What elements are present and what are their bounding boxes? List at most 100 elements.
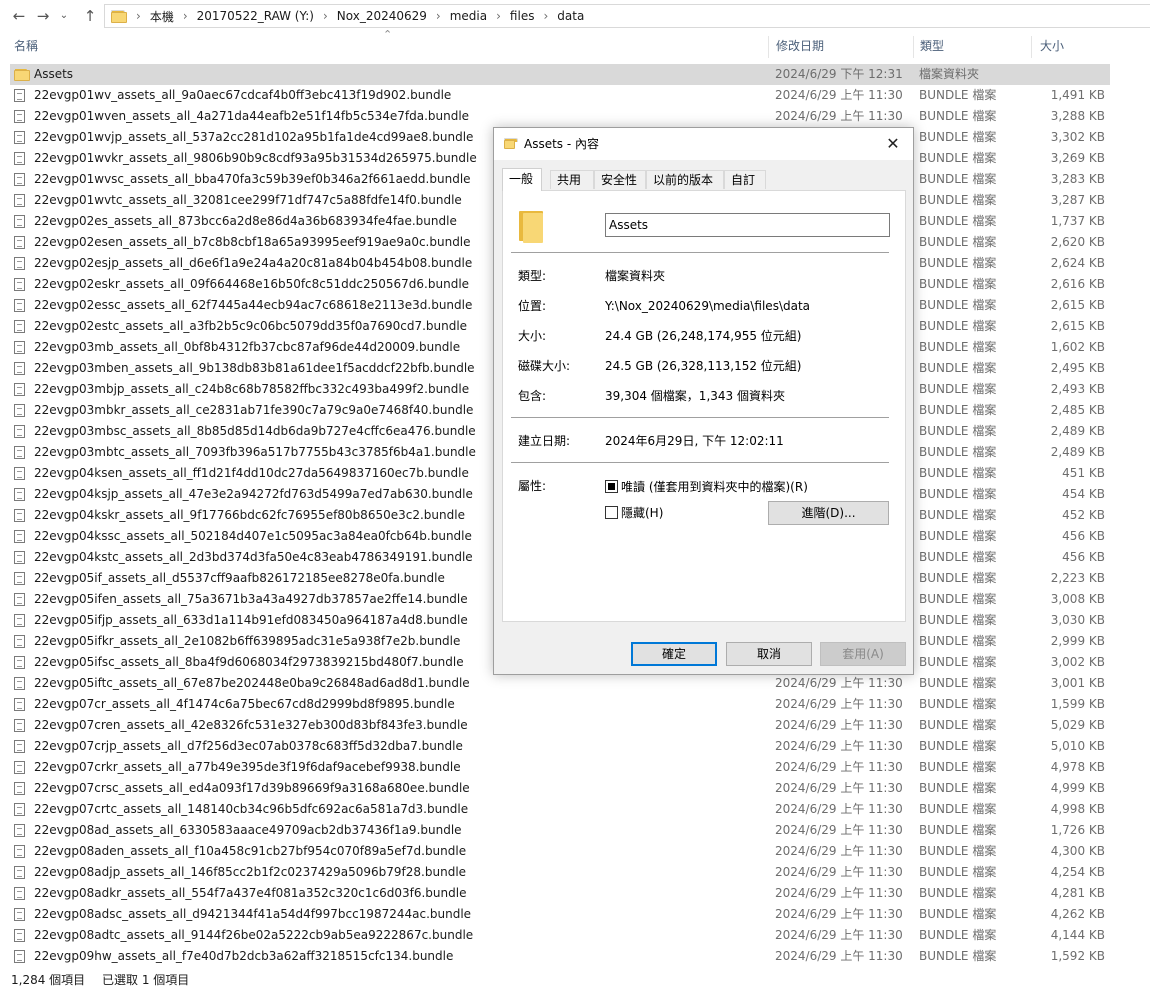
file-name: 22evgp08adsc_assets_all_d9421344f41a54d4…	[34, 907, 472, 921]
forward-arrow-icon[interactable]: →	[32, 5, 54, 27]
tab-customize[interactable]: 自訂	[724, 170, 766, 189]
file-name: 22evgp01wvtc_assets_all_32081cee299f71df…	[34, 193, 462, 207]
readonly-checkbox[interactable]	[605, 480, 618, 493]
file-name: 22evgp07cren_assets_all_42e8326fc531e327…	[34, 718, 468, 732]
column-divider[interactable]	[913, 36, 914, 58]
file-row[interactable]: 22evgp05iftc_assets_all_67e87be202448e0b…	[10, 673, 1110, 694]
tab-general[interactable]: 一般	[502, 168, 542, 191]
file-size: 1,592 KB	[1050, 949, 1105, 963]
file-date: 2024/6/29 上午 11:30	[775, 109, 903, 123]
file-size: 3,283 KB	[1050, 172, 1105, 186]
tab-sharing[interactable]: 共用	[550, 170, 594, 189]
file-row[interactable]: 22evgp01wven_assets_all_4a271da44eafb2e5…	[10, 106, 1110, 127]
breadcrumb-separator-icon[interactable]: ›	[436, 9, 441, 23]
hidden-label[interactable]: 隱藏(H)	[621, 505, 663, 521]
file-row[interactable]: 22evgp08adkr_assets_all_554f7a437e4f081a…	[10, 883, 1110, 904]
file-size: 1,599 KB	[1050, 697, 1105, 711]
file-icon	[14, 425, 25, 438]
file-type: BUNDLE 檔案	[919, 151, 997, 165]
file-row[interactable]: 22evgp07cr_assets_all_4f1474c6a75bec67cd…	[10, 694, 1110, 715]
dialog-title-bar[interactable]: Assets - 內容 ✕	[494, 128, 913, 160]
column-size[interactable]: 大小	[1040, 34, 1110, 60]
apply-button[interactable]: 套用(A)	[820, 642, 906, 666]
breadcrumb-nox[interactable]: Nox_20240629	[337, 9, 427, 23]
cancel-button[interactable]: 取消	[726, 642, 812, 666]
file-icon	[14, 635, 25, 648]
column-divider[interactable]	[768, 36, 769, 58]
address-bar[interactable]: › 本機 › 20170522_RAW (Y:) › Nox_20240629 …	[104, 4, 1150, 28]
file-date: 2024/6/29 上午 11:30	[775, 823, 903, 837]
file-type: BUNDLE 檔案	[919, 256, 997, 270]
disk-size-label: 磁碟大小:	[518, 359, 571, 373]
file-row[interactable]: 22evgp09hw_assets_all_f7e40d7b2dcb3a62af…	[10, 946, 1110, 967]
breadcrumb-this-pc[interactable]: 本機	[150, 8, 174, 25]
file-row[interactable]: 22evgp07crtc_assets_all_148140cb34c96b5d…	[10, 799, 1110, 820]
status-bar: 1,284 個項目 已選取 1 個項目	[0, 968, 1150, 992]
readonly-label[interactable]: 唯讀 (僅套用到資料夾中的檔案)(R)	[621, 479, 808, 495]
column-type[interactable]: 類型	[920, 34, 1026, 60]
advanced-button[interactable]: 進階(D)...	[768, 501, 889, 525]
file-size: 5,029 KB	[1050, 718, 1105, 732]
breadcrumb-data[interactable]: data	[557, 9, 584, 23]
file-type: BUNDLE 檔案	[919, 802, 997, 816]
file-type: BUNDLE 檔案	[919, 88, 997, 102]
file-row[interactable]: 22evgp08ad_assets_all_6330583aaace49709a…	[10, 820, 1110, 841]
file-row[interactable]: 22evgp01wv_assets_all_9a0aec67cdcaf4b0ff…	[10, 85, 1110, 106]
column-divider[interactable]	[1031, 36, 1032, 58]
file-row[interactable]: 22evgp08adsc_assets_all_d9421344f41a54d4…	[10, 904, 1110, 925]
file-date: 2024/6/29 上午 11:30	[775, 928, 903, 942]
tab-previous-versions[interactable]: 以前的版本	[646, 170, 724, 189]
file-row[interactable]: 22evgp07crkr_assets_all_a77b49e395de3f19…	[10, 757, 1110, 778]
folder-row[interactable]: Assets 2024/6/29 下午 12:31 檔案資料夾	[10, 64, 1110, 85]
file-name: 22evgp01wvjp_assets_all_537a2cc281d102a9…	[34, 130, 474, 144]
file-row[interactable]: 22evgp07crsc_assets_all_ed4a093f17d39b89…	[10, 778, 1110, 799]
breadcrumb-separator-icon[interactable]: ›	[543, 9, 548, 23]
breadcrumb-separator-icon[interactable]: ›	[323, 9, 328, 23]
column-header: ⌃ 名稱 修改日期 類型 大小	[0, 28, 1112, 60]
file-size: 2,615 KB	[1050, 319, 1105, 333]
file-row[interactable]: 22evgp08aden_assets_all_f10a458c91cb27bf…	[10, 841, 1110, 862]
file-size: 3,287 KB	[1050, 193, 1105, 207]
hidden-checkbox[interactable]	[605, 506, 618, 519]
selected-count: 已選取 1 個項目	[102, 973, 190, 987]
folder-name-input[interactable]: Assets	[605, 213, 890, 237]
recent-locations-chevron-icon[interactable]: ⌄	[57, 5, 71, 27]
file-date: 2024/6/29 上午 11:30	[775, 718, 903, 732]
file-type: BUNDLE 檔案	[919, 319, 997, 333]
ok-button[interactable]: 確定	[631, 642, 717, 666]
file-name: 22evgp02essc_assets_all_62f7445a44ecb94a…	[34, 298, 473, 312]
file-name: 22evgp07crkr_assets_all_a77b49e395de3f19…	[34, 760, 461, 774]
file-size: 2,485 KB	[1050, 403, 1105, 417]
file-name: 22evgp03mbjp_assets_all_c24b8c68b78582ff…	[34, 382, 470, 396]
file-icon	[14, 110, 25, 123]
file-type: BUNDLE 檔案	[919, 130, 997, 144]
breadcrumb-drive[interactable]: 20170522_RAW (Y:)	[197, 9, 314, 23]
column-name[interactable]: 名稱	[14, 34, 764, 60]
file-type: BUNDLE 檔案	[919, 676, 997, 690]
file-size: 4,262 KB	[1050, 907, 1105, 921]
file-row[interactable]: 22evgp08adjp_assets_all_146f85cc2b1f2c02…	[10, 862, 1110, 883]
file-row[interactable]: 22evgp07crjp_assets_all_d7f256d3ec07ab03…	[10, 736, 1110, 757]
file-type: BUNDLE 檔案	[919, 907, 997, 921]
file-row[interactable]: 22evgp08adtc_assets_all_9144f26be02a5222…	[10, 925, 1110, 946]
back-arrow-icon[interactable]: ←	[8, 5, 30, 27]
file-type: BUNDLE 檔案	[919, 571, 997, 585]
file-icon	[14, 383, 25, 396]
breadcrumb-files[interactable]: files	[510, 9, 535, 23]
file-name: 22evgp05ifjp_assets_all_633d1a114b91efd0…	[34, 613, 468, 627]
file-size: 2,493 KB	[1050, 382, 1105, 396]
close-icon[interactable]: ✕	[879, 132, 907, 156]
file-size: 2,223 KB	[1050, 571, 1105, 585]
file-name: 22evgp04kstc_assets_all_2d3bd374d3fa50e4…	[34, 550, 473, 564]
file-size: 3,002 KB	[1050, 655, 1105, 669]
breadcrumb-separator-icon[interactable]: ›	[496, 9, 501, 23]
up-arrow-icon[interactable]: ↑	[79, 5, 101, 27]
breadcrumb-media[interactable]: media	[450, 9, 487, 23]
file-row[interactable]: 22evgp07cren_assets_all_42e8326fc531e327…	[10, 715, 1110, 736]
file-date: 2024/6/29 上午 11:30	[775, 886, 903, 900]
file-icon	[14, 761, 25, 774]
tab-security[interactable]: 安全性	[594, 170, 646, 189]
column-date[interactable]: 修改日期	[776, 34, 910, 60]
address-bar-area: ← → ⌄ ↑ › 本機 › 20170522_RAW (Y:) › Nox_2…	[0, 0, 1150, 32]
breadcrumb-separator-icon[interactable]: ›	[183, 9, 188, 23]
